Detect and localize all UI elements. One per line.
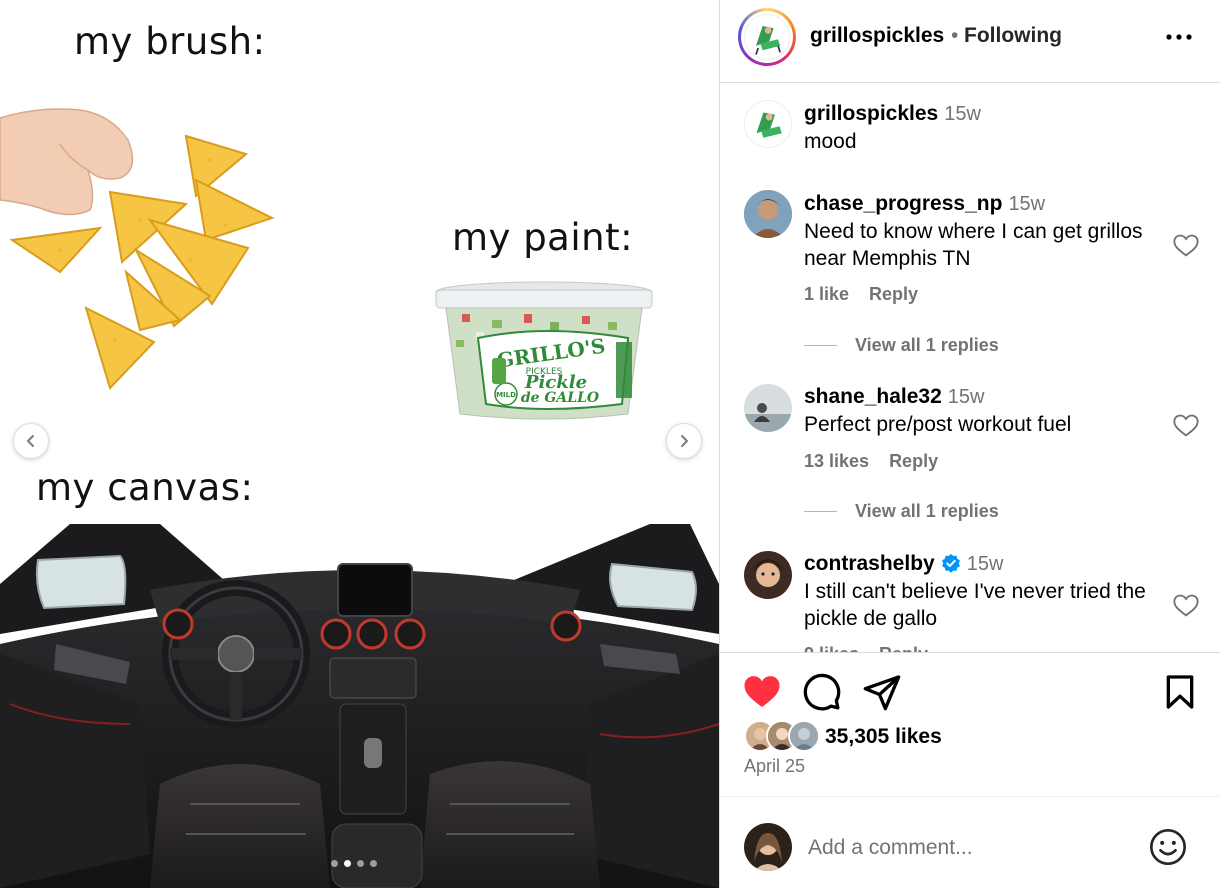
salsa-jar: GRILLO'S PICKLES Pickle de GALLO MILD [435,281,653,420]
view-replies-label: View all 1 replies [855,501,999,521]
bookmark-icon[interactable] [1160,672,1200,712]
chevron-right-icon [681,435,688,447]
comment-time: 15w [947,386,985,408]
comment-likes[interactable]: 1 like [804,284,849,304]
user-photo-icon [744,823,792,871]
author-avatar-small[interactable] [744,100,792,148]
paper-plane-icon[interactable] [862,672,902,712]
comment-text: I still can't believe I've never tried t… [804,580,1146,630]
commenter-avatar[interactable] [744,551,792,599]
post-details-panel: grillospickles • Following grillospickle… [720,0,1220,888]
commenter-avatar[interactable] [744,384,792,432]
carousel-dot[interactable] [331,860,338,867]
previous-image-button[interactable] [13,423,49,459]
user-photo-icon [744,190,792,238]
header-separator: • [951,24,959,47]
view-replies-label: View all 1 replies [855,335,999,355]
comment-time: 15w [1008,193,1046,215]
chips-illustration [0,108,275,390]
comments-list[interactable]: grillospickles 15w mood chase_progress_np… [720,84,1220,652]
caption-paint: my paint: [452,216,634,259]
user-photo-icon [790,722,818,750]
next-image-button[interactable] [666,423,702,459]
liker-avatar [788,720,820,752]
caption-brush: my brush: [74,20,266,63]
comment-likes[interactable]: 9 likes [804,644,859,652]
author-avatar[interactable] [738,8,796,66]
carousel-dot[interactable] [357,860,364,867]
comment-text: mood [804,130,857,153]
more-horizontal-icon [1166,34,1192,40]
jar-badge: MILD [496,391,516,399]
comment-username[interactable]: chase_progress_np [804,192,1002,215]
post-image[interactable]: my brush: my paint: GRILLO'S PICKLES Pic… [0,0,719,888]
reply-button[interactable]: Reply [879,644,928,652]
compose-divider [720,796,1220,797]
comment-username[interactable]: grillospickles [804,102,938,125]
car-interior [0,524,719,888]
comment-bubble-icon[interactable] [802,672,842,712]
user-photo-icon [744,551,792,599]
comment-input[interactable] [808,828,1138,868]
verified-badge-icon [941,554,960,573]
commenter-avatar[interactable] [744,190,792,238]
reply-button[interactable]: Reply [869,284,918,304]
author-username[interactable]: grillospickles [810,24,944,48]
more-options-button[interactable] [1164,22,1194,52]
heart-filled-icon[interactable] [742,672,782,712]
current-user-avatar [744,823,792,871]
jar-product-b: de GALLO [521,390,600,406]
comment-text: Perfect pre/post workout fuel [804,413,1072,436]
actions-divider [720,652,1220,653]
comment-text: Need to know where I can get grillos nea… [804,220,1143,270]
carousel-dot[interactable] [370,860,377,867]
emoji-smiley-icon[interactable] [1148,827,1188,867]
post-date[interactable]: April 25 [744,756,805,777]
comment-like-icon[interactable] [1172,592,1200,620]
user-photo-icon [744,384,792,432]
post-header: grillospickles • Following [720,0,1220,83]
carousel-dot[interactable] [344,860,351,867]
comment-username[interactable]: shane_hale32 [804,385,942,408]
comment-username[interactable]: contrashelby [804,552,935,575]
liked-by-avatars[interactable] [744,720,822,754]
view-replies-button[interactable]: View all 1 replies [804,335,999,356]
comment-time: 15w [944,103,981,125]
comment-like-icon[interactable] [1172,232,1200,260]
chair-logo-icon [755,26,781,55]
comment-like-icon[interactable] [1172,412,1200,440]
comment-likes[interactable]: 13 likes [804,451,869,471]
carousel-indicator [331,860,377,867]
view-replies-button[interactable]: View all 1 replies [804,501,999,522]
comment-time: 15w [966,553,1004,575]
following-button[interactable]: Following [964,24,1062,48]
chair-logo-icon [756,112,782,138]
reply-button[interactable]: Reply [889,451,938,471]
likes-count[interactable]: 35,305 likes [825,725,942,749]
chevron-left-icon [27,435,34,447]
caption-canvas: my canvas: [36,466,254,509]
